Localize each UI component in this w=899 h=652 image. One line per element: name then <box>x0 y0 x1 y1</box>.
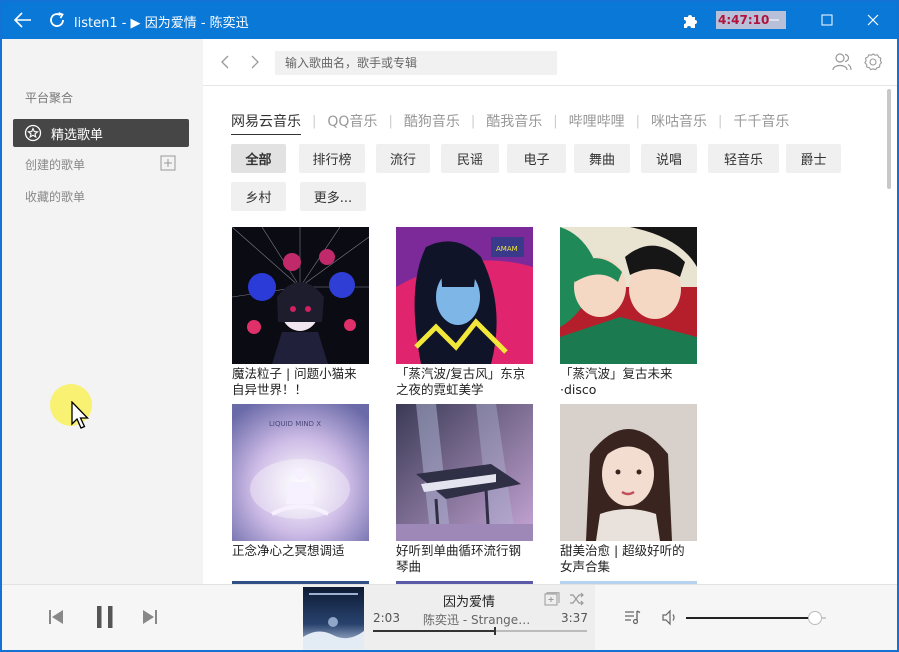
window-title: listen1 - ▶ 因为爱情 - 陈奕迅 <box>74 16 249 31</box>
tab-separator: | <box>635 113 640 129</box>
now-playing: 因为爱情 2:03 陈奕迅 - Stranger Under My Skin 3… <box>303 585 595 650</box>
playlist-card[interactable]: 「蒸汽波」复古未来·disco <box>560 227 697 398</box>
playlist-title[interactable]: 正念净心之冥想调适 <box>232 543 369 575</box>
nav-forward-chevron-icon[interactable] <box>245 53 263 71</box>
back-arrow-icon[interactable] <box>12 9 34 31</box>
playlist-cover-image[interactable] <box>560 227 697 364</box>
playlist-card[interactable]: 好听到单曲循环流行钢琴曲 <box>396 404 533 575</box>
tag-filter[interactable]: 流行 <box>376 144 430 173</box>
player-bar: 因为爱情 2:03 陈奕迅 - Stranger Under My Skin 3… <box>2 584 897 650</box>
sidebar-item-favorited-playlists[interactable]: 收藏的歌单 <box>25 188 85 205</box>
tab-separator: | <box>718 113 723 129</box>
app-window: listen1 - ▶ 因为爱情 - 陈奕迅 4:47:10 平台聚合 精选歌单… <box>0 0 899 652</box>
shuffle-icon[interactable] <box>569 592 584 606</box>
playlist-title[interactable]: 好听到单曲循环流行钢琴曲 <box>396 543 533 575</box>
tag-filter[interactable]: 更多... <box>300 182 366 211</box>
playlist-card[interactable]: AMAM 「蒸汽波/复古风」东京之夜的霓虹美学 <box>396 227 533 398</box>
playlist-cover-image[interactable] <box>232 227 369 364</box>
playlist-title[interactable]: 「蒸汽波/复古风」东京之夜的霓虹美学 <box>396 366 533 398</box>
platform-tab[interactable]: 酷狗音乐 <box>404 111 460 131</box>
tab-separator: | <box>388 113 393 129</box>
platform-tab[interactable]: 网易云音乐 <box>231 111 301 135</box>
volume-slider[interactable] <box>686 611 826 625</box>
volume-fill <box>686 617 815 619</box>
tag-filter[interactable]: 电子 <box>507 144 566 173</box>
tag-filter[interactable]: 轻音乐 <box>708 144 779 173</box>
platform-tabs: 网易云音乐 | QQ音乐 | 酷狗音乐 | 酷我音乐 | 哔哩哔哩 | 咪咕音乐 | 千千音乐 <box>231 107 789 135</box>
puzzle-extension-icon[interactable] <box>680 11 700 31</box>
current-time: 2:03 <box>373 611 400 625</box>
tag-filter[interactable]: 爵士 <box>786 144 841 173</box>
star-circle-icon <box>24 124 42 142</box>
title-bar: listen1 - ▶ 因为爱情 - 陈奕迅 4:47:10 <box>2 2 897 39</box>
volume-icon[interactable] <box>661 609 679 626</box>
nav-back-chevron-icon[interactable] <box>217 53 235 71</box>
playlist-title[interactable]: 魔法粒子 | 问题小猫来自异世界！！ <box>232 366 369 398</box>
tag-filter[interactable]: 民谣 <box>441 144 499 173</box>
platform-tab[interactable]: 酷我音乐 <box>486 111 542 131</box>
next-track-icon[interactable] <box>140 607 160 627</box>
playlist-card[interactable]: 甜美治愈 | 超级好听的女声合集 <box>560 404 697 575</box>
search-input[interactable] <box>275 51 557 75</box>
progress-fill <box>373 630 495 632</box>
add-playlist-icon[interactable] <box>160 155 176 171</box>
progress-bar[interactable] <box>373 627 587 635</box>
svg-text:LIQUID MIND X: LIQUID MIND X <box>269 420 321 428</box>
playlist-cover-image[interactable] <box>396 404 533 541</box>
platform-tab[interactable]: 哔哩哔哩 <box>569 111 625 131</box>
song-title: 因为爱情 <box>442 595 495 610</box>
main-panel: 网易云音乐 | QQ音乐 | 酷狗音乐 | 酷我音乐 | 哔哩哔哩 | 咪咕音乐 | 千千音乐 全部排行… <box>203 39 897 584</box>
close-button[interactable] <box>853 6 893 34</box>
playlist-card[interactable]: 魔法粒子 | 问题小猫来自异世界！！ <box>232 227 369 398</box>
tag-filter[interactable]: 排行榜 <box>299 144 365 173</box>
total-time: 3:37 <box>561 611 588 625</box>
user-accounts-icon[interactable] <box>831 51 853 73</box>
album-cover[interactable] <box>303 587 364 649</box>
minimize-button[interactable] <box>754 6 794 34</box>
tab-separator: | <box>553 113 558 129</box>
platform-tab[interactable]: 千千音乐 <box>733 111 789 131</box>
vertical-scrollbar[interactable] <box>887 89 891 189</box>
sidebar-item-featured-playlists[interactable]: 精选歌单 <box>13 119 189 147</box>
progress-handle[interactable] <box>494 627 496 635</box>
top-bar <box>203 39 897 86</box>
pause-icon[interactable] <box>93 604 117 630</box>
playlist-card[interactable]: LIQUID MIND X 正念净心之冥想调适 <box>232 404 369 575</box>
maximize-button[interactable] <box>807 6 847 34</box>
playlist-cover-image[interactable]: LIQUID MIND X <box>232 404 369 541</box>
tag-filter[interactable]: 说唱 <box>641 144 697 173</box>
sidebar-item-label: 精选歌单 <box>51 127 104 143</box>
sidebar-item-created-playlists[interactable]: 创建的歌单 <box>25 156 85 173</box>
playlist-cover-image[interactable] <box>560 404 697 541</box>
refresh-icon[interactable] <box>46 9 68 31</box>
tag-filter[interactable]: 全部 <box>231 144 286 173</box>
gear-icon[interactable] <box>863 52 883 72</box>
playlist-cover-image[interactable]: AMAM <box>396 227 533 364</box>
platform-tab[interactable]: QQ音乐 <box>327 111 377 131</box>
tab-separator: | <box>470 113 476 129</box>
tab-separator: | <box>312 113 317 129</box>
svg-text:AMAM: AMAM <box>496 245 518 253</box>
previous-track-icon[interactable] <box>46 607 66 627</box>
add-to-playlist-icon[interactable] <box>544 592 560 606</box>
playlist-title[interactable]: 「蒸汽波」复古未来·disco <box>560 366 697 398</box>
playlist-queue-icon[interactable] <box>624 609 642 625</box>
playlist-title[interactable]: 甜美治愈 | 超级好听的女声合集 <box>560 543 697 575</box>
sidebar-heading: 平台聚合 <box>25 91 74 105</box>
tag-filter[interactable]: 舞曲 <box>574 144 630 173</box>
tag-filter[interactable]: 乡村 <box>231 182 286 211</box>
artist-album-line: 陈奕迅 - Stranger Under My Skin <box>423 613 535 627</box>
platform-tab[interactable]: 咪咕音乐 <box>651 111 707 131</box>
sidebar: 平台聚合 精选歌单 创建的歌单 收藏的歌单 <box>2 39 203 584</box>
volume-handle[interactable] <box>808 611 822 625</box>
mouse-cursor-icon <box>70 400 92 431</box>
